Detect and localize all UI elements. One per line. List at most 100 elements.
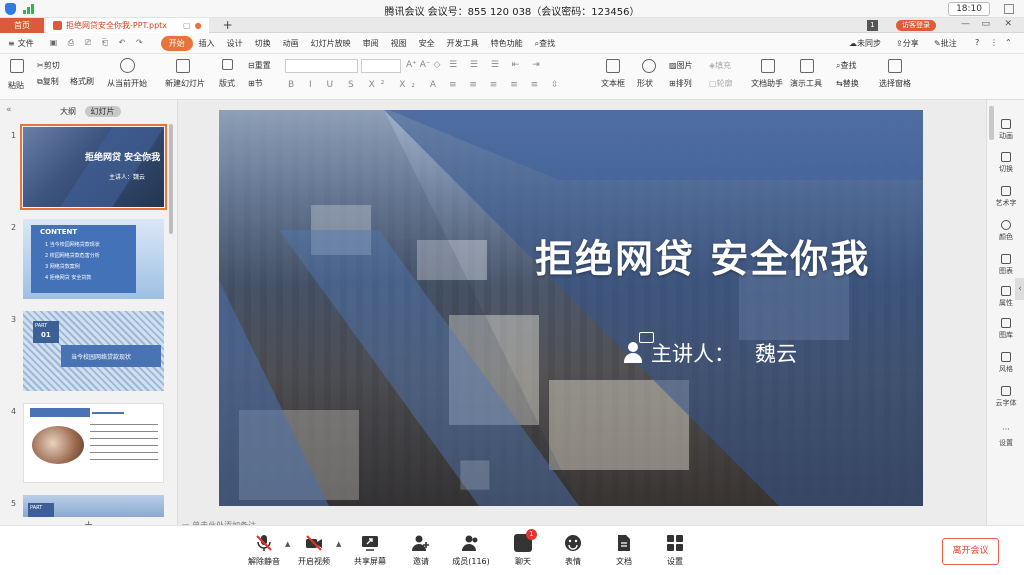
font-grow-icon[interactable]: A⁺ A⁻ ◇	[406, 60, 440, 70]
menu-features[interactable]: 特色功能	[485, 38, 529, 49]
layout-button[interactable]: 版式	[219, 78, 235, 89]
paste-icon[interactable]	[10, 59, 24, 73]
menu-view[interactable]: 视图	[385, 38, 413, 49]
sidebar-item-chart[interactable]: 图表	[987, 254, 1024, 276]
minimize-icon[interactable]: —	[961, 19, 970, 29]
menu-file[interactable]: 文件	[18, 38, 40, 49]
menu-insert[interactable]: 插入	[193, 38, 221, 49]
shape-icon[interactable]	[642, 59, 656, 73]
slide-thumbnail-3[interactable]: PART 01 当今校园网络贷款现状	[23, 311, 164, 391]
current-slide[interactable]: 拒绝网贷 安全你我 主讲人： 魏云 ■	[219, 110, 923, 506]
menu-animation[interactable]: 动画	[277, 38, 305, 49]
maximize-icon[interactable]: ▭	[981, 19, 990, 29]
sidebar-item-animation[interactable]: 动画	[987, 119, 1024, 141]
sidebar-item-settings[interactable]: ··· 设置	[987, 426, 1024, 448]
comment-label: 批注	[940, 39, 957, 48]
cut-button[interactable]: ✂剪切	[37, 60, 60, 71]
replace-button[interactable]: ⇆替换	[836, 78, 859, 89]
new-slide-icon[interactable]	[176, 59, 190, 73]
textbox-button[interactable]: 文本框	[601, 78, 625, 89]
section-button[interactable]: ⊞节	[248, 78, 263, 89]
expand-icon[interactable]	[1004, 4, 1014, 14]
sidebar-item-style[interactable]: 风格	[987, 352, 1024, 374]
panel-scrollbar[interactable]	[169, 124, 173, 234]
sidebar-item-wordart[interactable]: 艺术字	[987, 186, 1024, 208]
settings-button[interactable]: 设置	[645, 534, 705, 567]
guest-login-button[interactable]: 访客登录	[896, 20, 936, 31]
copy-button[interactable]: ⧉复制	[37, 76, 59, 87]
tab-outline[interactable]: 大纲	[60, 107, 76, 116]
shape-button[interactable]: 形状	[637, 78, 653, 89]
speaker-line[interactable]: 主讲人： 魏云	[623, 338, 797, 368]
outline-button[interactable]: ▢轮廓	[709, 78, 733, 89]
slide-thumbnail-1[interactable]: 拒绝网贷 安全你我 主讲人：魏云	[20, 124, 167, 210]
members-button[interactable]: 成员(116)	[441, 534, 501, 567]
align-icons[interactable]: ≡ ≡ ≡ ≡ ≡ ⇳	[449, 80, 564, 90]
hamburger-icon[interactable]: ≡	[8, 39, 15, 48]
comment-button[interactable]: ✎批注	[934, 38, 957, 49]
slide-thumbnail-5[interactable]: PART	[23, 495, 164, 517]
doc-assistant-icon[interactable]	[761, 59, 775, 73]
select-pane-button[interactable]: 选择窗格	[879, 78, 911, 89]
sidebar-item-cloud-font[interactable]: 云字体	[987, 386, 1024, 408]
tab-slides[interactable]: 幻灯片	[84, 106, 121, 117]
tab-document[interactable]: 拒绝网贷安全你我-PPT.pptx ▢ ●	[46, 17, 209, 33]
menu-developer[interactable]: 开发工具	[441, 38, 485, 49]
arrange-button[interactable]: ⊞排列	[669, 78, 692, 89]
menu-transition[interactable]: 切换	[249, 38, 277, 49]
slide-number: 4	[11, 407, 17, 416]
slide-number: 3	[11, 315, 17, 324]
new-tab-button[interactable]: +	[223, 18, 233, 32]
select-pane-icon[interactable]	[888, 59, 902, 73]
slide-title[interactable]: 拒绝网贷 安全你我	[535, 228, 870, 283]
fill-label: 填充	[715, 61, 732, 70]
fill-button[interactable]: ◈填充	[709, 60, 731, 71]
picture-button[interactable]: ▨图片	[669, 60, 693, 71]
help-icon[interactable]: ?	[975, 38, 979, 47]
more-icon[interactable]: ⋮	[990, 38, 998, 47]
expand-sidebar-icon[interactable]: ‹	[1015, 278, 1024, 300]
slide-thumbnail-4[interactable]	[23, 403, 164, 483]
play-icon[interactable]	[120, 58, 135, 73]
close-icon[interactable]: ✕	[1004, 19, 1012, 29]
layout-icon[interactable]	[222, 59, 233, 70]
find-button[interactable]: ⌕查找	[836, 60, 856, 71]
sync-status[interactable]: ☁未同步	[849, 38, 881, 49]
menu-slideshow[interactable]: 幻灯片放映	[305, 38, 357, 49]
font-style-icons[interactable]: B I U S X² X₂ A	[288, 80, 442, 90]
font-name-dropdown[interactable]	[285, 59, 358, 73]
properties-icon	[1001, 286, 1011, 296]
muted-mic-icon	[256, 535, 272, 551]
menu-security[interactable]: 安全	[413, 38, 441, 49]
paragraph-icons[interactable]: ☰ ☰ ☰ ⇤ ⇥	[449, 60, 545, 70]
paste-button[interactable]: 粘贴	[8, 80, 24, 91]
menu-design[interactable]: 设计	[221, 38, 249, 49]
present-tools-button[interactable]: 演示工具	[790, 78, 822, 89]
slide-thumbnail-2[interactable]: CONTENT 1 当今校园网络贷款现状 2 校园网络贷款危害分析 3 网络贷款…	[23, 219, 164, 299]
new-slide-button[interactable]: 新建幻灯片	[165, 78, 205, 89]
start-video-button[interactable]: 开启视频	[284, 534, 344, 567]
format-painter-button[interactable]: 格式刷	[70, 76, 94, 87]
sidebar-item-transition[interactable]: 切换	[987, 152, 1024, 174]
reset-button[interactable]: ⊟重置	[248, 60, 271, 71]
ribbon-toolbar: 粘贴 ✂剪切 ⧉复制 格式刷 从当前开始 新建幻灯片 版式 ⊟重置 ⊞节 A⁺ …	[0, 54, 1024, 100]
sidebar-item-gallery[interactable]: 图库	[987, 318, 1024, 340]
collapse-ribbon-icon[interactable]: ⌃	[1005, 38, 1012, 47]
grid-settings-icon	[667, 535, 683, 551]
textbox-icon[interactable]	[606, 59, 620, 73]
share-button[interactable]: ⇪分享	[896, 38, 919, 49]
menu-review[interactable]: 审阅	[357, 38, 385, 49]
font-icon	[1001, 386, 1011, 396]
menu-search[interactable]: ⌕查找	[529, 38, 561, 49]
leave-meeting-button[interactable]: 离开会议	[942, 538, 999, 565]
documents-label: 文档	[616, 557, 632, 566]
doc-assistant-button[interactable]: 文档助手	[751, 78, 783, 89]
present-tools-icon[interactable]	[800, 59, 814, 73]
play-from-current-button[interactable]: 从当前开始	[107, 78, 147, 89]
sidebar-item-color[interactable]: 颜色	[987, 220, 1024, 242]
collapse-panel-icon[interactable]: «	[6, 105, 12, 115]
right-property-bar: 动画 切换 艺术字 颜色 图表 属性 ‹ 图库 风格 云字体 ··· 设置	[986, 100, 1024, 525]
font-size-dropdown[interactable]	[361, 59, 401, 73]
tab-home[interactable]: 首页	[0, 17, 44, 33]
menu-start[interactable]: 开始	[160, 35, 193, 51]
